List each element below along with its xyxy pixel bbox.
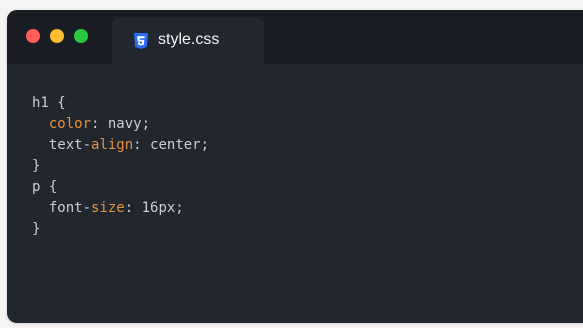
code-token: h1 { (32, 95, 66, 111)
css-property-token: align (91, 137, 134, 153)
code-window: style.css h1 { color: navy; text-align: … (7, 10, 583, 323)
code-line: text-align: center; (32, 135, 209, 156)
code-line: } (32, 219, 209, 240)
close-button[interactable] (26, 29, 40, 43)
code-line: p { (32, 177, 209, 198)
code-editor[interactable]: h1 { color: navy; text-align: center;} p … (32, 93, 209, 240)
code-token: p { (32, 179, 58, 195)
code-token: font- (32, 200, 92, 216)
title-bar: style.css (7, 10, 583, 64)
css3-icon (134, 33, 148, 49)
code-line: h1 { (32, 93, 209, 114)
css-property-token: color (48, 116, 92, 132)
code-token: text- (32, 137, 92, 153)
tab-label: style.css (158, 31, 220, 48)
code-token: : 16px; (124, 200, 184, 216)
code-line: } (32, 156, 209, 177)
tab-style-css[interactable]: style.css (112, 17, 264, 64)
code-line: font-size: 16px; (32, 198, 209, 219)
code-token: : navy; (91, 116, 151, 132)
code-token: } (32, 221, 41, 237)
css-property-token: size (91, 200, 125, 216)
minimize-button[interactable] (50, 29, 64, 43)
code-token: } (32, 158, 41, 174)
maximize-button[interactable] (74, 29, 88, 43)
code-line: color: navy; (32, 114, 209, 135)
code-token: : center; (133, 137, 210, 153)
